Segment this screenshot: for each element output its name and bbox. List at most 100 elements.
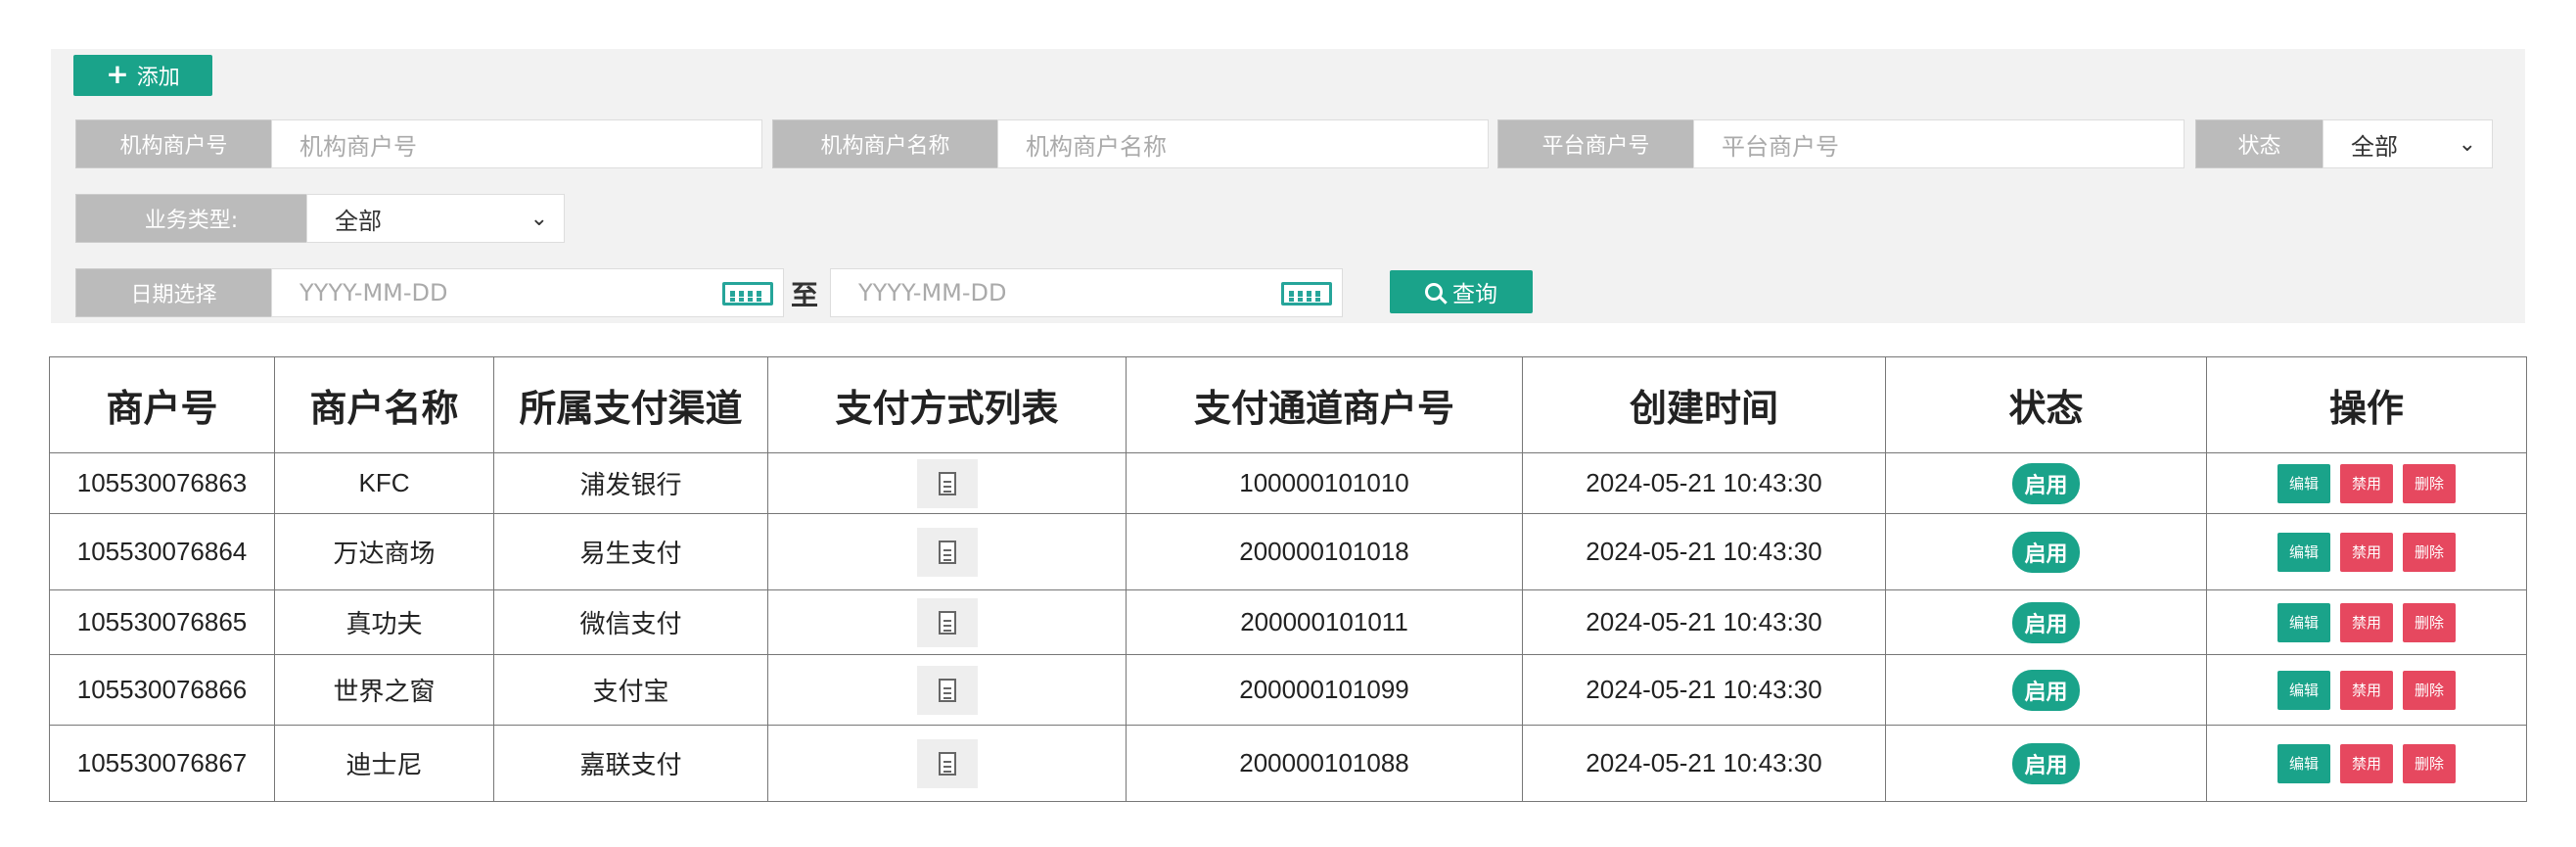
date-end-field: YYYY-MM-DD	[830, 268, 1343, 317]
column-header: 支付通道商户号	[1126, 356, 1523, 453]
channel-merchant-no-cell: 200000101088	[1126, 725, 1523, 802]
business-type-select[interactable]: 全部 ⌄	[306, 194, 565, 243]
channel-merchant-no-cell: 200000101018	[1126, 513, 1523, 590]
status-badge: 启用	[2012, 669, 2080, 711]
column-header: 状态	[1885, 356, 2207, 453]
calendar-icon[interactable]	[722, 282, 773, 306]
merchant-name-cell: 万达商场	[274, 513, 494, 590]
merchant-name-cell: 迪士尼	[274, 725, 494, 802]
disable-button[interactable]: 禁用	[2340, 463, 2393, 503]
created-time-cell: 2024-05-21 10:43:30	[1522, 513, 1886, 590]
status-cell: 启用	[1885, 725, 2207, 802]
edit-button[interactable]: 编辑	[2277, 532, 2330, 572]
merchant-no-cell: 105530076865	[49, 589, 275, 655]
payment-methods-button[interactable]	[916, 458, 978, 508]
date-start-placeholder: YYYY-MM-DD	[299, 279, 448, 306]
document-icon	[938, 471, 956, 495]
table-row: 105530076866 世界之窗 支付宝 200000101099 2024-…	[49, 654, 2527, 726]
table-header-row: 商户号 商户名称 所属支付渠道 支付方式列表 支付通道商户号 创建时间 状态 操…	[49, 356, 2527, 453]
created-time-cell: 2024-05-21 10:43:30	[1522, 725, 1886, 802]
actions-cell: 编辑 禁用 删除	[2206, 589, 2527, 655]
channel-cell: 易生支付	[493, 513, 768, 590]
delete-button[interactable]: 删除	[2403, 463, 2456, 503]
payment-methods-button[interactable]	[916, 665, 978, 715]
plus-icon: +	[106, 57, 129, 90]
delete-button[interactable]: 删除	[2403, 532, 2456, 572]
payment-methods-button[interactable]	[916, 527, 978, 577]
date-start-field: 日期选择 YYYY-MM-DD	[75, 268, 784, 317]
column-header: 创建时间	[1522, 356, 1886, 453]
status-select[interactable]: 全部 ⌄	[2323, 119, 2493, 168]
merchant-table: 商户号 商户名称 所属支付渠道 支付方式列表 支付通道商户号 创建时间 状态 操…	[49, 356, 2527, 802]
edit-button[interactable]: 编辑	[2277, 743, 2330, 783]
delete-button[interactable]: 删除	[2403, 670, 2456, 710]
org-merchant-name-field: 机构商户名称 机构商户名称	[772, 119, 1489, 168]
created-time-cell: 2024-05-21 10:43:30	[1522, 452, 1886, 514]
date-range-separator: 至	[791, 279, 819, 311]
disable-button[interactable]: 禁用	[2340, 743, 2393, 783]
column-header: 所属支付渠道	[493, 356, 768, 453]
table-row: 105530076867 迪士尼 嘉联支付 200000101088 2024-…	[49, 725, 2527, 802]
status-cell: 启用	[1885, 654, 2207, 726]
date-label: 日期选择	[75, 268, 271, 317]
merchant-name-cell: 世界之窗	[274, 654, 494, 726]
org-merchant-no-input[interactable]: 机构商户号	[271, 119, 762, 168]
delete-button[interactable]: 删除	[2403, 743, 2456, 783]
disable-button[interactable]: 禁用	[2340, 670, 2393, 710]
table-row: 105530076864 万达商场 易生支付 200000101018 2024…	[49, 513, 2527, 590]
status-cell: 启用	[1885, 452, 2207, 514]
actions-cell: 编辑 禁用 删除	[2206, 513, 2527, 590]
column-header: 操作	[2206, 356, 2527, 453]
business-type-select-value: 全部	[335, 207, 382, 235]
query-button[interactable]: 查询	[1390, 270, 1533, 313]
column-header: 支付方式列表	[767, 356, 1127, 453]
payment-methods-cell	[767, 725, 1127, 802]
status-label: 状态	[2195, 119, 2323, 168]
actions-cell: 编辑 禁用 删除	[2206, 654, 2527, 726]
edit-button[interactable]: 编辑	[2277, 463, 2330, 503]
created-time-cell: 2024-05-21 10:43:30	[1522, 589, 1886, 655]
query-button-label: 查询	[1452, 282, 1497, 307]
chevron-down-icon: ⌄	[529, 206, 548, 231]
search-icon	[1425, 283, 1443, 301]
calendar-icon[interactable]	[1281, 282, 1332, 306]
status-badge: 启用	[2012, 601, 2080, 643]
org-merchant-name-label: 机构商户名称	[772, 119, 997, 168]
channel-merchant-no-cell: 100000101010	[1126, 452, 1523, 514]
payment-methods-cell	[767, 589, 1127, 655]
channel-cell: 浦发银行	[493, 452, 768, 514]
disable-button[interactable]: 禁用	[2340, 532, 2393, 572]
org-merchant-name-input[interactable]: 机构商户名称	[997, 119, 1489, 168]
merchant-name-cell: 真功夫	[274, 589, 494, 655]
payment-methods-cell	[767, 654, 1127, 726]
platform-merchant-no-input[interactable]: 平台商户号	[1693, 119, 2185, 168]
platform-merchant-no-label: 平台商户号	[1497, 119, 1693, 168]
delete-button[interactable]: 删除	[2403, 602, 2456, 642]
disable-button[interactable]: 禁用	[2340, 602, 2393, 642]
merchant-no-cell: 105530076866	[49, 654, 275, 726]
channel-cell: 嘉联支付	[493, 725, 768, 802]
merchant-no-cell: 105530076863	[49, 452, 275, 514]
actions-cell: 编辑 禁用 删除	[2206, 725, 2527, 802]
chevron-down-icon: ⌄	[2458, 131, 2476, 157]
status-badge: 启用	[2012, 742, 2080, 784]
channel-cell: 支付宝	[493, 654, 768, 726]
edit-button[interactable]: 编辑	[2277, 670, 2330, 710]
merchant-no-cell: 105530076864	[49, 513, 275, 590]
document-icon	[938, 540, 956, 564]
edit-button[interactable]: 编辑	[2277, 602, 2330, 642]
payment-methods-cell	[767, 452, 1127, 514]
column-header: 商户名称	[274, 356, 494, 453]
add-button[interactable]: + 添加	[73, 55, 212, 96]
date-end-input[interactable]: YYYY-MM-DD	[830, 268, 1343, 317]
status-select-value: 全部	[2351, 132, 2398, 161]
channel-merchant-no-cell: 200000101099	[1126, 654, 1523, 726]
status-cell: 启用	[1885, 513, 2207, 590]
document-icon	[938, 751, 956, 776]
payment-methods-button[interactable]	[916, 738, 978, 788]
payment-methods-button[interactable]	[916, 597, 978, 647]
document-icon	[938, 610, 956, 635]
date-start-input[interactable]: YYYY-MM-DD	[271, 268, 784, 317]
status-badge: 启用	[2012, 531, 2080, 573]
platform-merchant-no-field: 平台商户号 平台商户号	[1497, 119, 2185, 168]
